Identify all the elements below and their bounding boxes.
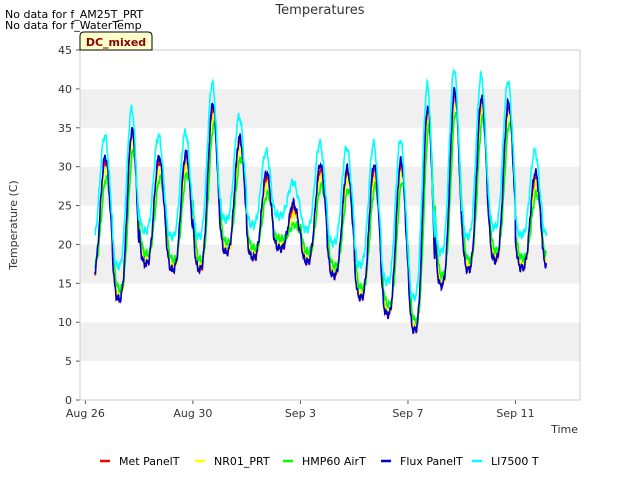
x-tick-label: Aug 30: [173, 407, 212, 420]
x-tick-label: Sep 7: [392, 407, 423, 420]
grid-band: [80, 322, 580, 362]
grid-band: [80, 283, 580, 323]
badge-label: DC_mixed: [86, 36, 146, 49]
y-tick-label: 25: [58, 200, 72, 213]
legend: Met PanelT NR01_PRT HMP60 AirT Flux PanelT L…: [100, 455, 539, 468]
y-tick-label: 10: [58, 316, 72, 329]
legend-label: LI7500 T: [491, 455, 539, 468]
y-tick-label: 40: [58, 83, 72, 96]
grid-band: [80, 50, 580, 89]
y-tick-label: 15: [58, 277, 72, 290]
y-tick-label: 45: [58, 44, 72, 57]
dc-mixed-badge: DC_mixed: [79, 31, 153, 51]
y-tick-label: 0: [65, 394, 72, 407]
y-axis-label: Temperature (C): [7, 180, 20, 270]
x-tick-label: Aug 26: [66, 407, 105, 420]
legend-label: HMP60 AirT: [302, 455, 366, 468]
grid-band: [80, 361, 580, 400]
y-tick-label: 35: [58, 122, 72, 135]
legend-label: Flux PanelT: [400, 455, 463, 468]
x-axis-label: Time: [550, 423, 578, 436]
x-tick-label: Sep 11: [496, 407, 534, 420]
y-tick-label: 20: [58, 238, 72, 251]
y-axis-ticks: 0 5 10 15 20 25 30 35 40 45: [58, 44, 80, 407]
x-axis-ticks: Aug 26 Aug 30 Sep 3 Sep 7 Sep 11: [66, 400, 535, 420]
y-tick-label: 30: [58, 161, 72, 174]
y-tick-label: 5: [65, 355, 72, 368]
legend-label: NR01_PRT: [214, 455, 270, 468]
temperature-chart: Temperatures 051015202530354045 Aug 26 Au…: [7, 3, 581, 468]
chart-title: Temperatures: [274, 3, 364, 18]
legend-label: Met PanelT: [119, 455, 180, 468]
x-tick-label: Sep 3: [285, 407, 316, 420]
